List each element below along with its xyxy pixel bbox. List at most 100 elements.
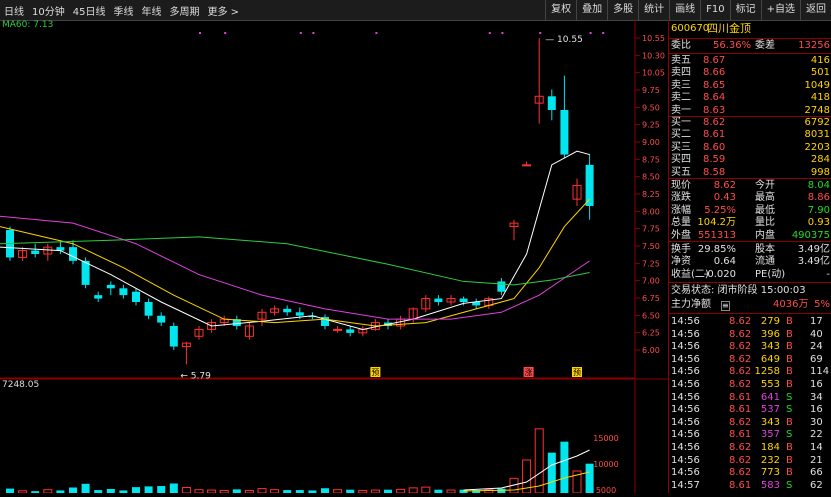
tick-time: 14:56 [671, 353, 700, 365]
bids-volume: 2203 [804, 141, 830, 153]
price-tick: 6.75 [642, 294, 660, 303]
tick-time: 14:56 [671, 416, 700, 428]
tick-volume: 649 [760, 353, 780, 365]
bids-price: 8.61 [703, 129, 726, 141]
stats-label-2: 今开 [755, 180, 775, 191]
main-force-value: 4036万 [773, 299, 809, 310]
tick-time: 14:56 [671, 379, 700, 390]
tick-time: 14:56 [671, 366, 700, 378]
period-tab-0[interactable]: 日线 [0, 3, 28, 18]
period-tab-3[interactable]: 季线 [109, 3, 137, 18]
tool-button-3[interactable]: 统计 [638, 0, 669, 20]
bids-row: 买二 8.61 8031 [669, 129, 831, 141]
tick-volume: 343 [760, 341, 780, 353]
tick-side: B [786, 416, 793, 428]
volume-bar [81, 483, 90, 493]
kline-chart[interactable]: 10.55 10.30 10.05 9.75 9.50 9.25 9.00 8.75 8.50 8… [0, 20, 668, 495]
volume-bar [408, 487, 418, 494]
candle-body [434, 298, 443, 302]
main-force-row: 主力净额 ≡ 4036万 5% [669, 299, 831, 311]
stats2-row: 收益(二) -0.020 PE(动) - [669, 269, 831, 281]
bids-price: 8.60 [703, 141, 726, 153]
tick-side: B [786, 379, 793, 390]
tick-row: 14:56 8.62 553 B 16 [669, 379, 831, 391]
asks-volume: 2748 [804, 104, 830, 116]
tick-time: 14:56 [671, 454, 700, 466]
stats-row: 涨幅 5.25% 最低 7.90 [669, 205, 831, 217]
volume-label: 7248.05 [2, 380, 40, 390]
tick-price: 8.62 [729, 416, 752, 428]
price-tick: 8.50 [642, 173, 660, 182]
price-tick: 10.55 [642, 34, 665, 43]
kline-svg[interactable]: 10.55 10.30 10.05 9.75 9.50 9.25 9.00 8.75 8.50 8… [0, 20, 668, 495]
trade-status: 交易状态: 闭市阶段 15:00:03 [669, 285, 831, 297]
asks-row: 卖三 8.65 1049 [669, 80, 831, 92]
stats-row: 外盘 551313 内盘 490375 [669, 230, 831, 242]
tool-button-4[interactable]: 画线 [669, 0, 700, 20]
tick-volume: 537 [760, 404, 780, 416]
tick-price: 8.61 [729, 404, 752, 416]
bids-label: 买五 [671, 166, 691, 178]
asks-volume: 501 [810, 67, 830, 79]
stats2-label-2: PE(动) [755, 268, 786, 280]
bids-price: 8.62 [703, 117, 726, 128]
period-tab-5[interactable]: 多周期 [165, 3, 203, 18]
tick-price: 8.62 [729, 316, 752, 327]
price-tick: 7.00 [642, 277, 660, 286]
stats-value-1: 551313 [697, 229, 736, 241]
tool-button-8[interactable]: 返回 [800, 0, 831, 20]
signal-dot [539, 32, 542, 34]
tick-row: 14:56 8.62 343 B 30 [669, 417, 831, 429]
tick-price: 8.61 [729, 391, 752, 403]
weicha-value: 13256 [798, 40, 830, 51]
asks-price: 8.66 [703, 67, 726, 79]
volume-tick: 15000 [593, 434, 618, 443]
signal-dot [488, 32, 491, 34]
tick-price: 8.62 [729, 353, 752, 365]
asks-row: 卖二 8.64 418 [669, 92, 831, 104]
main-force-label: 主力净额 [671, 299, 711, 310]
tick-price: 8.62 [729, 379, 752, 390]
tool-button-6[interactable]: 标记 [729, 0, 761, 20]
volume-bar [232, 489, 241, 493]
tick-volume: 343 [760, 416, 780, 428]
tick-volume: 553 [760, 379, 780, 390]
tool-button-0[interactable]: 复权 [545, 0, 576, 20]
asks-label: 卖五 [671, 55, 691, 66]
asks-volume: 418 [810, 92, 830, 104]
period-tab-2[interactable]: 45日线 [69, 3, 110, 18]
tick-time: 14:56 [671, 341, 700, 353]
tick-row: 14:56 8.62 396 B 40 [669, 329, 831, 341]
price-tick: 8.25 [642, 190, 660, 199]
candle-body [497, 281, 506, 292]
tick-time: 14:56 [671, 467, 700, 479]
bids-row: 买一 8.62 6792 [669, 117, 831, 129]
tick-row: 14:56 8.62 649 B 69 [669, 354, 831, 366]
menu-icon[interactable]: ≡ [721, 301, 730, 311]
tick-count: 14 [810, 442, 823, 453]
tick-price: 8.61 [729, 429, 752, 441]
event-marker-label: 预 [573, 367, 581, 377]
volume-tick: 10000 [593, 460, 618, 469]
stats-label-2: 最低 [755, 204, 775, 216]
tool-button-5[interactable]: F10 [700, 0, 729, 20]
candle-body [283, 308, 292, 313]
bids-price: 8.58 [703, 166, 726, 178]
bids-price: 8.59 [703, 154, 726, 166]
tick-time: 14:56 [671, 328, 700, 340]
period-tab-4[interactable]: 年线 [137, 3, 165, 18]
tool-button-1[interactable]: 叠加 [576, 0, 607, 20]
period-tab-6[interactable]: 更多 > [203, 3, 243, 18]
tick-side: S [786, 391, 793, 403]
tick-count: 66 [810, 467, 823, 479]
tick-row: 14:56 8.62 343 B 24 [669, 341, 831, 353]
period-tab-1[interactable]: 10分钟 [28, 3, 69, 18]
stats2-value-1: 29.85% [697, 244, 736, 255]
tool-button-7[interactable]: +自选 [760, 0, 800, 20]
tool-button-2[interactable]: 多股 [607, 0, 638, 20]
tick-count: 69 [810, 353, 823, 365]
signal-dot [312, 32, 315, 34]
bids-volume: 998 [810, 166, 830, 178]
stats2-value-1: 0.64 [713, 256, 736, 268]
candle-body [522, 164, 532, 167]
